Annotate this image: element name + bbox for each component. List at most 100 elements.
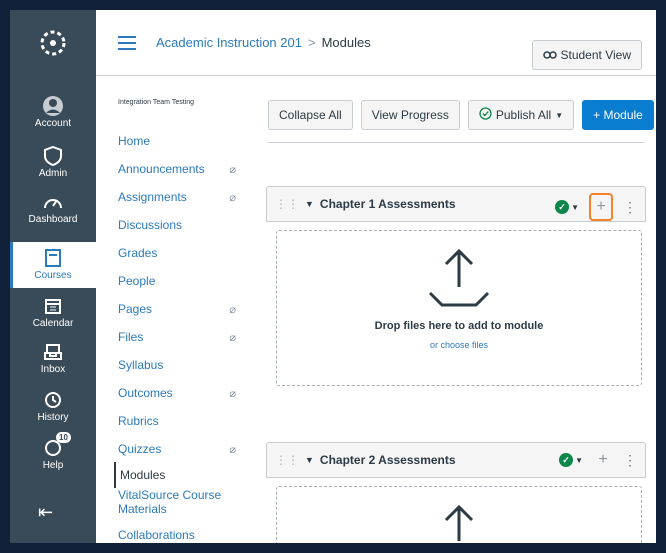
file-dropzone[interactable] bbox=[276, 486, 642, 543]
nav-admin-label: Admin bbox=[38, 168, 68, 179]
collapse-caret-icon[interactable]: ▼ bbox=[305, 455, 314, 465]
nav-help[interactable]: 10 Help bbox=[10, 432, 96, 478]
dashboard-icon bbox=[40, 190, 66, 214]
global-nav: Account Admin Dashboard Courses Calendar bbox=[10, 10, 96, 543]
breadcrumb-course[interactable]: Academic Instruction 201 bbox=[156, 35, 302, 50]
nav-courses-label: Courses bbox=[34, 270, 72, 281]
breadcrumb-current: Modules bbox=[321, 35, 371, 50]
nav-admin[interactable]: Admin bbox=[10, 140, 96, 186]
canvas-logo[interactable] bbox=[10, 10, 96, 76]
course-nav-item-syllabus[interactable]: Syllabus bbox=[118, 352, 246, 378]
module-header[interactable]: ⋮⋮ ▼ Chapter 1 Assessments ✓ ▼ + ⋮ bbox=[266, 186, 646, 222]
course-nav-item-pages[interactable]: Pages ⌀ bbox=[118, 296, 246, 322]
chevron-down-icon: ▼ bbox=[555, 110, 564, 120]
course-nav-item-label: Grades bbox=[118, 246, 158, 260]
app-window: Account Admin Dashboard Courses Calendar bbox=[10, 10, 656, 543]
course-nav-item-collaborations[interactable]: Collaborations bbox=[118, 522, 246, 543]
drag-handle-icon[interactable]: ⋮⋮ bbox=[275, 197, 299, 211]
course-nav-item-label: Syllabus bbox=[118, 358, 164, 372]
publish-all-button[interactable]: Publish All ▼ bbox=[467, 100, 575, 130]
add-item-plus-icon[interactable]: + bbox=[589, 193, 613, 221]
view-progress-button[interactable]: View Progress bbox=[360, 100, 460, 130]
shield-icon bbox=[40, 144, 66, 168]
nav-account[interactable]: Account bbox=[10, 90, 96, 136]
breadcrumb: Academic Instruction 201 > Modules bbox=[156, 35, 371, 50]
modules-toolbar: Collapse All View Progress Publish All ▼… bbox=[268, 100, 654, 130]
course-nav-item-label: Outcomes bbox=[118, 386, 173, 400]
module-actions: ✓ ▼ + ⋮ bbox=[559, 449, 637, 471]
nav-calendar-label: Calendar bbox=[32, 318, 74, 329]
add-item-plus-icon[interactable]: + bbox=[593, 449, 613, 471]
nav-account-label: Account bbox=[34, 118, 72, 129]
breadcrumb-separator: > bbox=[307, 35, 316, 50]
book-icon bbox=[40, 246, 66, 270]
course-nav-item-quizzes[interactable]: Quizzes ⌀ bbox=[118, 436, 246, 462]
choose-files-link[interactable]: or choose files bbox=[430, 340, 488, 350]
course-nav-subtitle: Integration Team Testing bbox=[118, 99, 195, 106]
hidden-eye-icon: ⌀ bbox=[229, 163, 236, 176]
course-nav-item-grades[interactable]: Grades bbox=[118, 240, 246, 266]
upload-arrow-icon bbox=[424, 245, 494, 314]
published-check-icon[interactable]: ✓ bbox=[559, 453, 574, 467]
course-nav-item-label: VitalSource Course Materials bbox=[118, 488, 222, 516]
add-module-button[interactable]: + Module bbox=[582, 100, 654, 130]
course-nav-item-home[interactable]: Home bbox=[118, 128, 246, 154]
course-nav-item-discussions[interactable]: Discussions bbox=[118, 212, 246, 238]
drag-handle-icon[interactable]: ⋮⋮ bbox=[275, 453, 299, 467]
student-view-icon bbox=[542, 48, 557, 62]
nav-history[interactable]: History bbox=[10, 384, 96, 430]
course-nav-item-files[interactable]: Files ⌀ bbox=[118, 324, 246, 350]
nav-dashboard[interactable]: Dashboard bbox=[10, 186, 96, 232]
inbox-icon bbox=[40, 340, 66, 364]
course-nav-item-label: Quizzes bbox=[118, 442, 162, 456]
course-nav-item-assignments[interactable]: Assignments ⌀ bbox=[118, 184, 246, 210]
nav-courses[interactable]: Courses bbox=[10, 242, 96, 288]
course-nav-item-label: People bbox=[118, 274, 156, 288]
nav-inbox[interactable]: Inbox bbox=[10, 336, 96, 382]
course-nav-item-label: Home bbox=[118, 134, 151, 148]
help-badge: 10 bbox=[56, 432, 71, 443]
course-nav-item-label: Assignments bbox=[118, 190, 187, 204]
course-nav-item-modules[interactable]: Modules bbox=[114, 462, 242, 488]
collapse-all-button[interactable]: Collapse All bbox=[268, 100, 353, 130]
kebab-menu-icon[interactable]: ⋮ bbox=[623, 452, 637, 469]
module-header[interactable]: ⋮⋮ ▼ Chapter 2 Assessments ✓ ▼ + ⋮ bbox=[266, 442, 646, 478]
file-dropzone[interactable]: Drop files here to add to module or choo… bbox=[276, 230, 642, 386]
publish-all-label: Publish All bbox=[495, 108, 552, 122]
page-header: Academic Instruction 201 > Modules Stude… bbox=[96, 10, 656, 76]
course-nav-item-label: Files bbox=[118, 330, 144, 344]
collapse-nav-icon[interactable]: ⇤ bbox=[38, 502, 53, 523]
nav-help-label: Help bbox=[42, 460, 64, 471]
student-view-button[interactable]: Student View bbox=[531, 40, 642, 70]
collapse-caret-icon[interactable]: ▼ bbox=[305, 199, 314, 209]
user-icon bbox=[40, 94, 66, 118]
check-circle-icon bbox=[479, 107, 492, 123]
module-chapter-2: ⋮⋮ ▼ Chapter 2 Assessments ✓ ▼ + ⋮ bbox=[266, 442, 646, 543]
kebab-menu-icon[interactable]: ⋮ bbox=[623, 199, 637, 216]
clock-icon bbox=[40, 388, 66, 412]
course-nav-item-label: Pages bbox=[118, 302, 153, 316]
module-title: Chapter 2 Assessments bbox=[319, 453, 456, 467]
course-nav-item-label: Rubrics bbox=[118, 414, 159, 428]
student-view-label: Student View bbox=[560, 48, 632, 62]
hamburger-menu-icon[interactable] bbox=[118, 35, 136, 50]
course-nav-item-announcements[interactable]: Announcements ⌀ bbox=[118, 156, 246, 182]
dropzone-text: Drop files here to add to module bbox=[374, 320, 544, 332]
nav-dashboard-label: Dashboard bbox=[28, 214, 78, 225]
upload-arrow-icon bbox=[424, 501, 494, 543]
course-nav-item-rubrics[interactable]: Rubrics bbox=[118, 408, 246, 434]
hidden-eye-icon: ⌀ bbox=[229, 443, 236, 456]
hidden-eye-icon: ⌀ bbox=[229, 387, 236, 400]
module-title: Chapter 1 Assessments bbox=[319, 197, 456, 211]
module-chapter-1: ⋮⋮ ▼ Chapter 1 Assessments ✓ ▼ + ⋮ Drop … bbox=[266, 186, 646, 386]
course-nav-item-vitalsource-course-materials[interactable]: VitalSource Course Materials bbox=[118, 488, 246, 518]
course-nav-item-people[interactable]: People bbox=[118, 268, 246, 294]
course-nav-item-outcomes[interactable]: Outcomes ⌀ bbox=[118, 380, 246, 406]
calendar-icon bbox=[40, 294, 66, 318]
publish-menu-chevron-icon[interactable]: ▼ bbox=[575, 456, 583, 465]
published-check-icon[interactable]: ✓ bbox=[555, 200, 570, 214]
module-actions: ✓ ▼ + ⋮ bbox=[555, 193, 637, 221]
nav-calendar[interactable]: Calendar bbox=[10, 290, 96, 336]
publish-menu-chevron-icon[interactable]: ▼ bbox=[571, 203, 579, 212]
hidden-eye-icon: ⌀ bbox=[229, 331, 236, 344]
